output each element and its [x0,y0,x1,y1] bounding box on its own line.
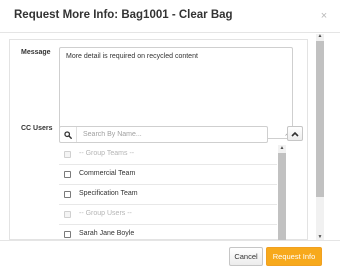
search-icon[interactable] [60,127,77,142]
list-item-label: -- Group Teams -- [79,150,135,157]
request-info-dialog: Request More Info: Bag1001 - Clear Bag ×… [0,0,340,271]
list-item-label: Sarah Jane Boyle [79,230,135,237]
chevron-up-icon [291,131,299,137]
cancel-button[interactable]: Cancel [229,247,263,266]
list-scrollbar[interactable]: ▲ [278,145,286,240]
sarah-jane-boyle-checkbox[interactable] [64,231,71,238]
request-info-button[interactable]: Request Info [266,247,322,266]
dialog-header: Request More Info: Bag1001 - Clear Bag × [0,0,340,33]
commercial-team-checkbox[interactable] [64,171,71,178]
list-item-label: -- Group Users -- [79,210,132,217]
dialog-footer: Cancel Request Info [0,240,340,271]
message-text: More detail is required on recycled cont… [66,53,198,60]
list-scrollbar-thumb[interactable] [278,153,286,240]
specification-team-checkbox[interactable] [64,191,71,198]
list-item-label: Specification Team [79,190,138,197]
cc-users-label: CC Users [21,125,53,132]
scroll-up-arrow-icon[interactable]: ▲ [317,34,323,39]
message-label: Message [21,49,51,56]
list-item-label: Commercial Team [79,170,136,177]
list-item-group-teams-header: -- Group Teams -- [59,145,277,165]
group-teams-checkbox [64,151,71,158]
dialog-scrollbar[interactable]: ▲ ▼ [316,34,324,240]
list-item-specification-team[interactable]: Specification Team [59,185,277,205]
group-users-checkbox [64,211,71,218]
list-item-sarah-jane-boyle[interactable]: Sarah Jane Boyle [59,225,277,240]
search-input[interactable] [78,127,266,142]
request-form: Message More detail is required on recyc… [9,39,308,240]
list-item-commercial-team[interactable]: Commercial Team [59,165,277,185]
user-search-box [59,126,268,143]
collapse-list-button[interactable] [287,126,303,141]
cc-user-list: -- Group Teams -- Commercial Team Specif… [59,145,286,240]
dialog-scrollbar-thumb[interactable] [316,41,324,197]
dialog-body: Message More detail is required on recyc… [0,34,340,240]
list-item-group-users-header: -- Group Users -- [59,205,277,225]
scroll-up-arrow-icon[interactable]: ▲ [279,146,285,151]
close-icon[interactable]: × [318,9,330,23]
dialog-title: Request More Info: Bag1001 - Clear Bag [14,9,233,21]
